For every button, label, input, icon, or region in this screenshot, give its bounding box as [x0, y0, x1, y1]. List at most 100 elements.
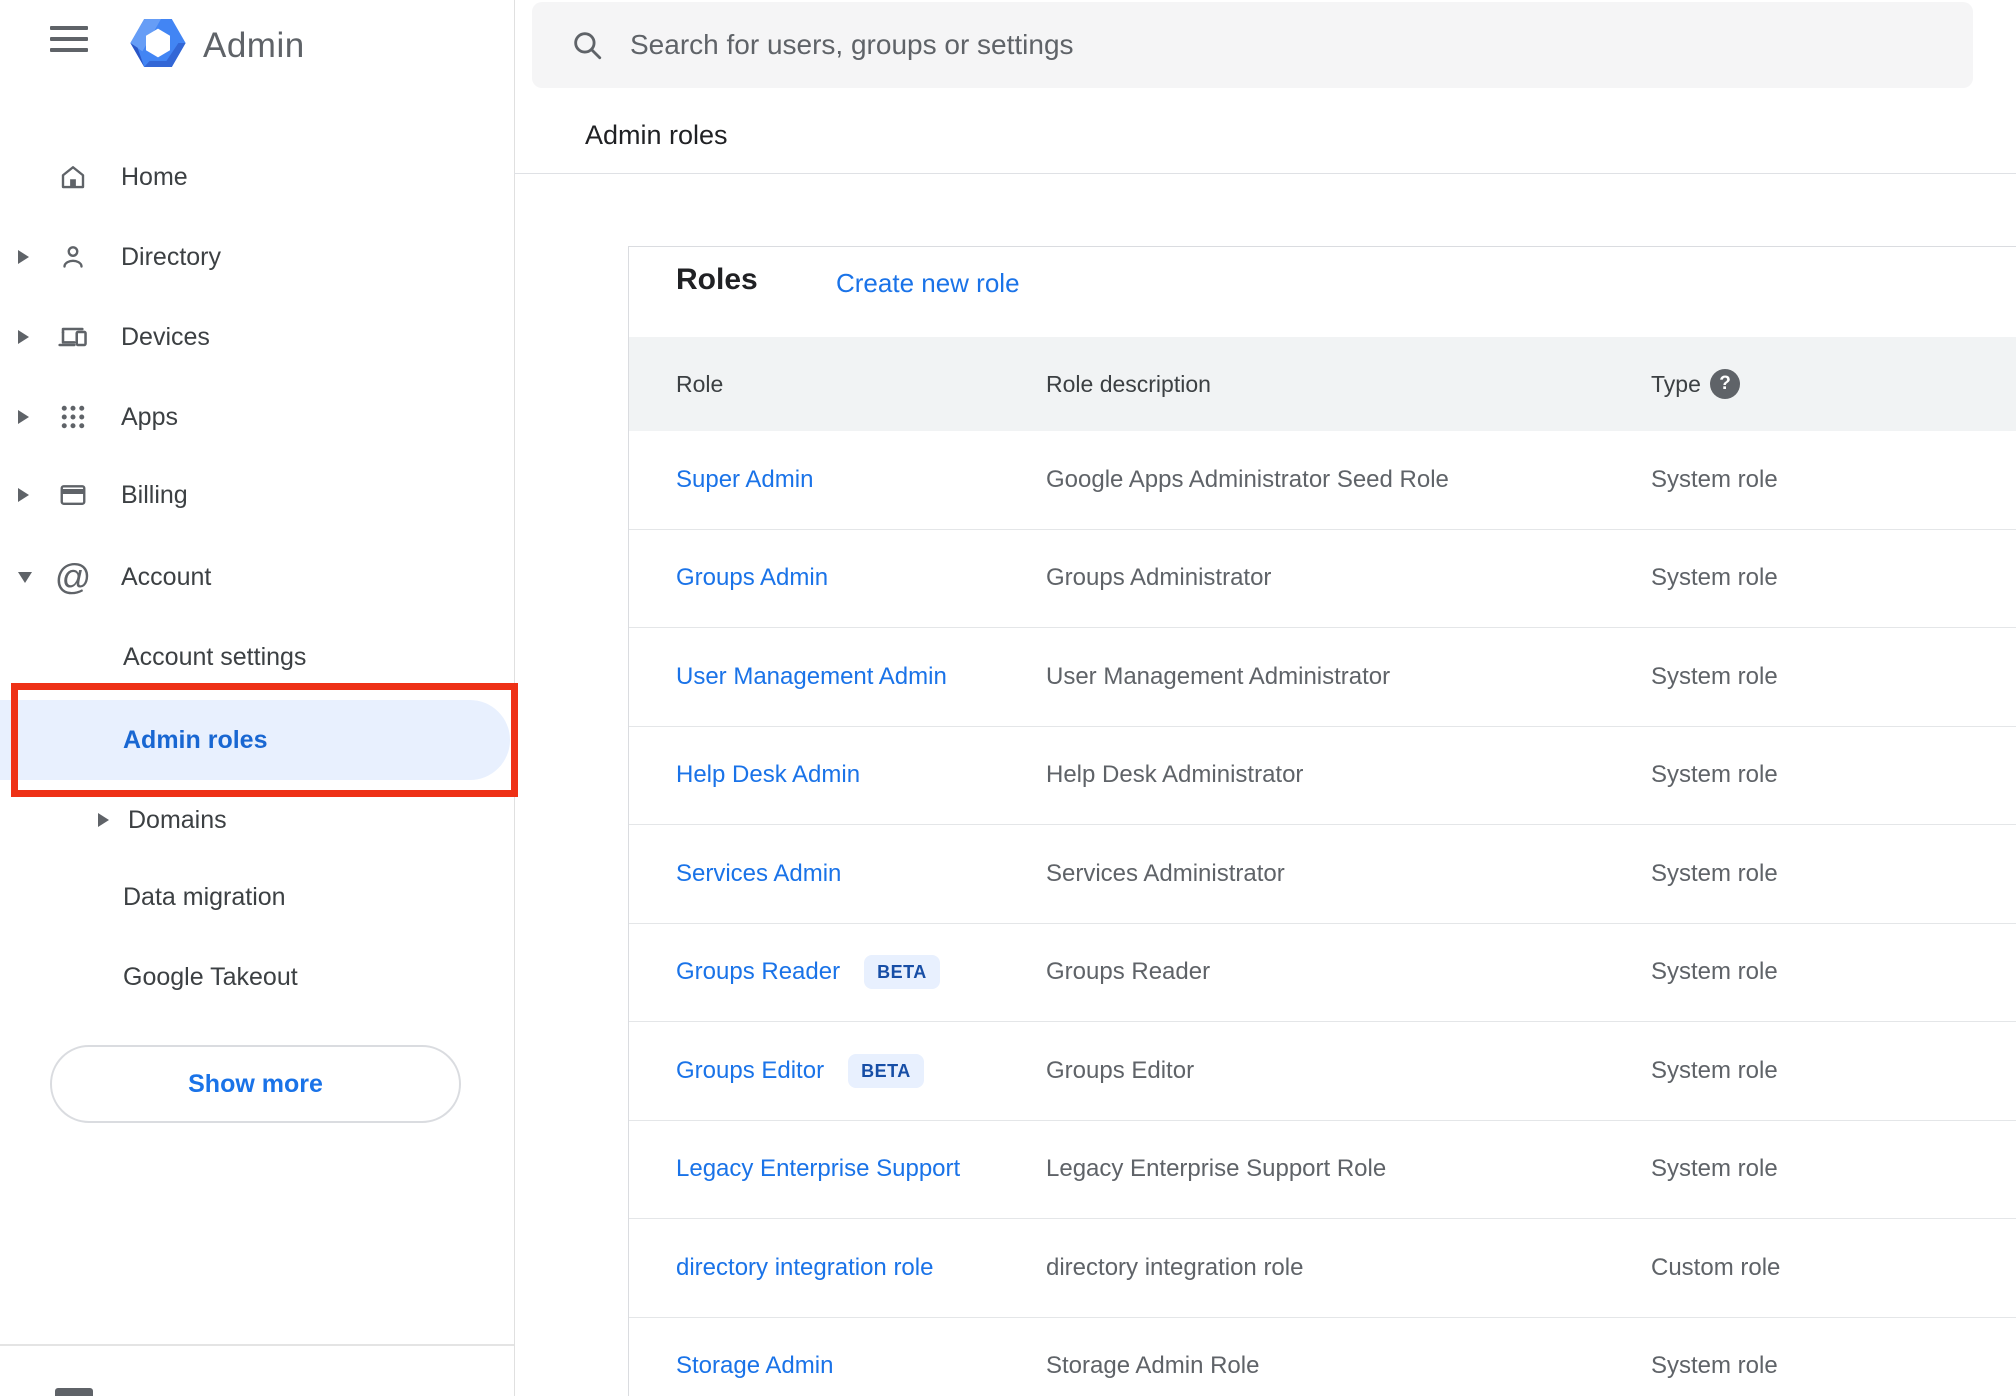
sidebar-item-label: Data migration [123, 882, 286, 911]
role-link[interactable]: Services Admin [676, 825, 841, 923]
role-type: System role [1651, 958, 1778, 986]
expand-right-icon[interactable] [18, 330, 29, 344]
column-header-description: Role description [1046, 370, 1211, 397]
expand-right-icon[interactable] [18, 250, 29, 264]
role-link[interactable]: directory integration role [676, 1219, 933, 1317]
at-sign-icon: @ [54, 556, 92, 597]
type-help-icon[interactable]: ? [1710, 369, 1740, 399]
table-header-row: Role Role description Type ? [629, 337, 2016, 432]
role-link[interactable]: Help Desk Admin [676, 727, 860, 825]
expand-right-icon[interactable] [18, 488, 29, 502]
role-link[interactable]: Groups Editor BETA [676, 1022, 924, 1120]
role-type: System role [1651, 564, 1778, 592]
sidebar-item-apps[interactable]: Apps [0, 389, 514, 445]
role-type: System role [1651, 662, 1778, 690]
role-link[interactable]: Super Admin [676, 431, 813, 529]
sidebar-item-label: Billing [121, 480, 188, 509]
role-description: Services Administrator [1046, 859, 1285, 887]
expand-down-icon[interactable] [18, 571, 32, 583]
sidebar-item-home[interactable]: Home [0, 149, 514, 205]
beta-badge: BETA [848, 1053, 924, 1088]
partial-bottom-icon [55, 1388, 93, 1396]
sidebar-item-directory[interactable]: Directory [0, 229, 514, 285]
breadcrumb: Admin roles [585, 120, 728, 150]
role-type: System role [1651, 859, 1778, 887]
admin-console: Home Directory Devices Apps Billing @ Ac… [0, 0, 2016, 1396]
role-link[interactable]: Storage Admin [676, 1318, 833, 1396]
person-icon [56, 240, 90, 274]
sidebar-item-data-migration[interactable]: Data migration [0, 869, 514, 925]
product-title: Admin [203, 26, 305, 65]
table-row: Storage Admin Storage Admin Role System … [629, 1317, 2016, 1396]
role-description: Storage Admin Role [1046, 1352, 1260, 1380]
search-input[interactable] [628, 28, 1973, 62]
sidebar-item-domains[interactable]: Domains [0, 792, 514, 848]
sidebar-item-label: Domains [128, 805, 227, 834]
table-row: User Management Admin User Management Ad… [629, 628, 2016, 727]
show-more-button[interactable]: Show more [50, 1045, 461, 1123]
sidebar-item-devices[interactable]: Devices [0, 309, 514, 365]
role-type: System role [1651, 1352, 1778, 1380]
sidebar-item-billing[interactable]: Billing [0, 467, 514, 523]
column-header-type: Type [1651, 370, 1701, 397]
sidebar-item-account[interactable]: @ Account [0, 549, 514, 605]
role-link[interactable]: User Management Admin [676, 628, 947, 726]
devices-icon [56, 320, 90, 354]
role-link[interactable]: Legacy Enterprise Support [676, 1121, 960, 1219]
hamburger-bar [50, 48, 88, 52]
roles-panel: Roles Create new role Role Role descript… [628, 246, 2016, 1396]
column-header-role: Role [676, 370, 724, 397]
role-link-label: Groups Reader [676, 958, 841, 986]
sidebar-item-label: Google Takeout [123, 962, 298, 991]
apps-grid-icon [56, 400, 90, 434]
sidebar-item-google-takeout[interactable]: Google Takeout [0, 949, 514, 1005]
role-type: Custom role [1651, 1253, 1781, 1281]
table-row: Super Admin Google Apps Administrator Se… [629, 431, 2016, 530]
sidebar-item-label: Home [121, 162, 188, 191]
role-link-label: Groups Editor [676, 1056, 825, 1084]
search-icon [574, 32, 602, 60]
role-description: Groups Reader [1046, 958, 1211, 986]
role-description: Legacy Enterprise Support Role [1046, 1155, 1387, 1183]
menu-hamburger-button[interactable] [50, 26, 88, 60]
sidebar: Home Directory Devices Apps Billing @ Ac… [0, 0, 515, 1396]
role-type: System role [1651, 761, 1778, 789]
header-divider [514, 173, 2016, 174]
sidebar-item-admin-roles-active[interactable]: Admin roles [0, 700, 510, 780]
billing-card-icon [56, 478, 90, 512]
sidebar-item-account-settings[interactable]: Account settings [0, 629, 514, 685]
role-type: System role [1651, 1056, 1778, 1084]
role-type: System role [1651, 1155, 1778, 1183]
table-row: directory integration role directory int… [629, 1219, 2016, 1318]
sidebar-item-label: Devices [121, 322, 210, 351]
hamburger-bar [50, 26, 88, 30]
table-row: Groups Reader BETA Groups Reader System … [629, 923, 2016, 1022]
create-new-role-link[interactable]: Create new role [836, 268, 1020, 299]
expand-right-icon[interactable] [18, 410, 29, 424]
home-icon [56, 160, 90, 194]
show-more-label: Show more [188, 1069, 323, 1098]
table-row: Help Desk Admin Help Desk Administrator … [629, 726, 2016, 825]
role-link[interactable]: Groups Admin [676, 530, 828, 628]
roles-table-body: Super Admin Google Apps Administrator Se… [629, 431, 2016, 1396]
role-description: Groups Editor [1046, 1056, 1195, 1084]
sidebar-item-label: Account settings [123, 642, 307, 671]
expand-right-icon[interactable] [98, 813, 109, 827]
role-description: Groups Administrator [1046, 564, 1272, 592]
sidebar-item-label: Account [121, 562, 212, 591]
role-link[interactable]: Groups Reader BETA [676, 924, 940, 1022]
role-description: directory integration role [1046, 1253, 1304, 1281]
sidebar-item-label: Admin roles [123, 725, 268, 754]
hamburger-bar [50, 37, 88, 41]
admin-logo-icon [128, 13, 188, 73]
role-description: Google Apps Administrator Seed Role [1046, 465, 1449, 493]
sidebar-item-label: Directory [121, 242, 222, 271]
table-row: Groups Admin Groups Administrator System… [629, 529, 2016, 628]
table-row: Legacy Enterprise Support Legacy Enterpr… [629, 1120, 2016, 1219]
sidebar-divider [0, 1344, 514, 1346]
panel-title: Roles [676, 263, 758, 296]
role-description: Help Desk Administrator [1046, 761, 1304, 789]
table-row: Services Admin Services Administrator Sy… [629, 825, 2016, 924]
beta-badge: BETA [864, 955, 940, 990]
sidebar-item-label: Apps [121, 402, 178, 431]
